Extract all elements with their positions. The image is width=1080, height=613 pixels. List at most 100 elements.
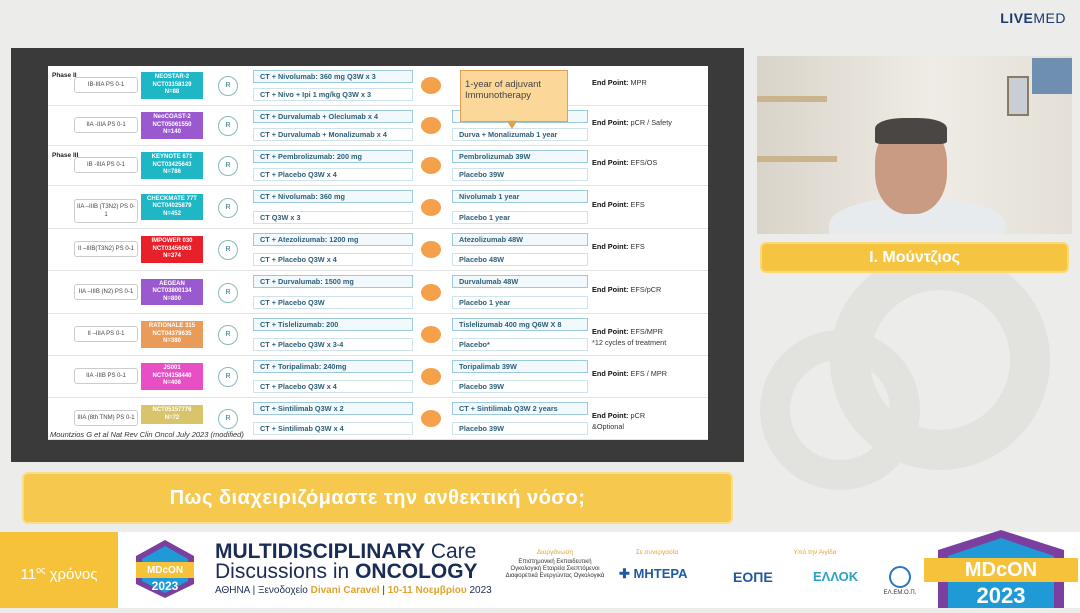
trial-badge: AEGEAN NCT03800134 N=800 [141,278,203,305]
trial-badge-line: IMPOWER 030 [151,238,193,244]
trial-badge-line: NEOSTAR-2 [154,74,190,80]
endpoint-note: *12 cycles of treatment [592,338,667,347]
endpoint-note: &Optional [592,422,625,431]
surgery-dot [421,241,441,258]
trial-badge-line: N=800 [163,295,181,302]
surgery-dot [421,283,441,301]
arm-box: CT + Toripalimab: 240mg [253,360,413,373]
event-title: MULTIDISCIPLINARY Care Discussions in ON… [215,540,478,583]
trial-badge-line: NCT04025879 [152,203,192,209]
endpoint-label: End Point: EFS/OS [592,158,658,167]
arm-box: CT + Durvalumab + Monalizumab x 4 [253,128,413,141]
population-label: II –IIIA PS 0-1 [74,326,138,342]
trial-row: IIA -IIIB PS 0-1 JS001 NCT04158440 N=406 R CT… [48,356,708,398]
eleop-logo: ΕΛ.ΕΜ.Ο.Π. [880,566,920,597]
event-subtitle: ΑΘΗΝΑ | Ξενοδοχείο Divani Caravel | 10-1… [215,585,492,596]
population-label: IIA -IIIB PS 0-1 [74,368,138,384]
arm-box: CT + Atezolizumab: 1200 mg [253,233,413,246]
collab-label: Σε συνεργασία [635,549,679,556]
callout-box: 1-year of adjuvant Immunotherapy [460,70,568,129]
population-label: IIIA (8th TNM) PS 0-1 [74,410,138,426]
trial-badge-line: N=452 [163,210,181,217]
elok-logo: ΕΛΛΟΚ [813,569,859,584]
adjuvant-box: Toripalimab 39W [452,360,588,373]
endpoint-label: End Point: EFS/pCR [592,284,662,294]
population-label: IIA –IIIB (N2) PS 0-1 [74,283,138,300]
arm-box: CT + Placebo Q3W x 4 [253,168,413,181]
trial-row: IIA -IIIA PS 0-1 NeoCOAST-2 NCT05061550 N=1… [48,106,708,146]
randomization-circle: R [218,409,238,429]
adjuvant-box: Pembrolizumab 39W [452,150,588,163]
adjuvant-box: Tislelizumab 400 mg Q6W X 8 [452,318,588,331]
adjuvant-box: Durvalumab 48W [452,275,588,288]
trial-row: Phase III IB -IIIA PS 0-1 KEYNOTE 671 NCT03… [48,146,708,186]
adjuvant-box: Durva + Monalizumab 1 year [452,128,588,141]
trial-badge-line: NCT03456063 [152,245,192,252]
trial-badge-line: N=72 [164,414,180,421]
adjuvant-box: Placebo* [452,338,588,351]
adjuvant-box: Nivolumab 1 year [452,190,588,203]
trial-badge-line: NCT04379635 [152,330,192,337]
presentation-slide: Phase II IB-IIIA PS 0-1 NEOSTAR-2 NCT031581… [48,66,708,440]
trial-badge-line: JS001 [163,365,181,371]
eleop-icon [889,566,911,588]
svg-text:MDcON: MDcON [147,565,183,576]
adjuvant-box: Placebo 39W [452,380,588,393]
trial-row: IIA –IIIB (T3N2) PS 0-1 CHECKMATE 77T NCT0… [48,186,708,229]
trial-row: Phase II IB-IIIA PS 0-1 NEOSTAR-2 NCT031581… [48,66,708,106]
auspice-label: Υπό την Αιγίδα [793,549,837,556]
trial-badge: NeoCOAST-2 NCT05061550 N=140 [141,112,203,139]
trial-badge: RATIONALE 315 NCT04379635 N=380 [141,321,203,348]
arm-box: CT + Sintilimab Q3W x 2 [253,402,413,415]
trial-badge-line: N=406 [163,380,181,386]
adjuvant-box: Placebo 39W [452,168,588,181]
surgery-dot [421,326,441,343]
surgery-dot [421,368,441,385]
phase-label: Phase II [52,72,77,79]
endpoint-label: End Point: MPR [592,78,647,87]
eope-logo: ΕΟΠΕ [733,569,773,585]
arm-box: CT + Tislelizumab: 200 [253,318,413,331]
svg-text:2023: 2023 [977,583,1026,608]
randomization-circle: R [218,367,238,387]
endpoint-label: End Point: EFS [592,242,645,251]
arm-box: CT + Sintilimab Q3W x 4 [253,422,413,435]
endpoint-label: End Point: EFS/MPR *12 cycles of treatmen… [592,327,667,347]
trial-row: II –IIIA PS 0-1 RATIONALE 315 NCT04379635 N… [48,314,708,356]
arm-box: CT Q3W x 3 [253,211,413,224]
svg-text:MDcON: MDcON [965,559,1037,581]
randomization-circle: R [218,76,238,96]
livemed-logo: LIVEMED [1000,10,1066,26]
speaker-video [757,56,1072,234]
trial-badge-line: N=88 [164,89,180,95]
adjuvant-box: CT + Sintilimab Q3W 2 years [452,402,588,415]
arm-box: CT + Pembrolizumab: 200 mg [253,150,413,163]
arm-box: CT + Placebo Q3W x 3-4 [253,338,413,351]
endpoint-label: End Point: EFS [592,199,645,209]
arm-box: CT + Nivo + Ipi 1 mg/kg Q3W x 3 [253,88,413,101]
wall-picture [1032,58,1072,94]
surgery-dot [421,198,441,216]
trial-badge-line: NCT05157776 [152,407,192,413]
population-label: IB -IIIA PS 0-1 [74,157,138,173]
trial-badge-line: NCT05061550 [152,121,192,128]
adjuvant-box: Placebo 39W [452,422,588,435]
trial-badge: NEOSTAR-2 NCT03158129 N=88 [141,72,203,99]
trial-badge: NCT05157776 N=72 [141,405,203,424]
svg-text:2023: 2023 [152,579,179,593]
endpoint-label: End Point: pCR / Safety [592,118,672,127]
population-label: IIA –IIIB (T3N2) PS 0-1 [74,198,138,223]
surgery-dot [421,77,441,94]
randomization-circle: R [218,240,238,260]
trial-row: II –IIIB(T3N2) PS 0-1 IMPOWER 030 NCT03456… [48,229,708,271]
trial-badge-line: NCT03425643 [152,161,192,168]
trial-badge-line: NCT04158440 [152,372,192,379]
citation: Mountzios G et al Nat Rev Clin Oncol Jul… [50,430,244,439]
trial-badge: JS001 NCT04158440 N=406 [141,363,203,390]
trial-badge-line: NCT03800134 [152,288,192,294]
endpoint-label: End Point: EFS / MPR [592,369,668,378]
mitera-logo: ✚ ΜΗΤΕΡΑ [619,566,688,581]
randomization-circle: R [218,325,238,345]
plus-icon: ✚ [619,566,630,581]
icon-picture [1007,76,1029,116]
